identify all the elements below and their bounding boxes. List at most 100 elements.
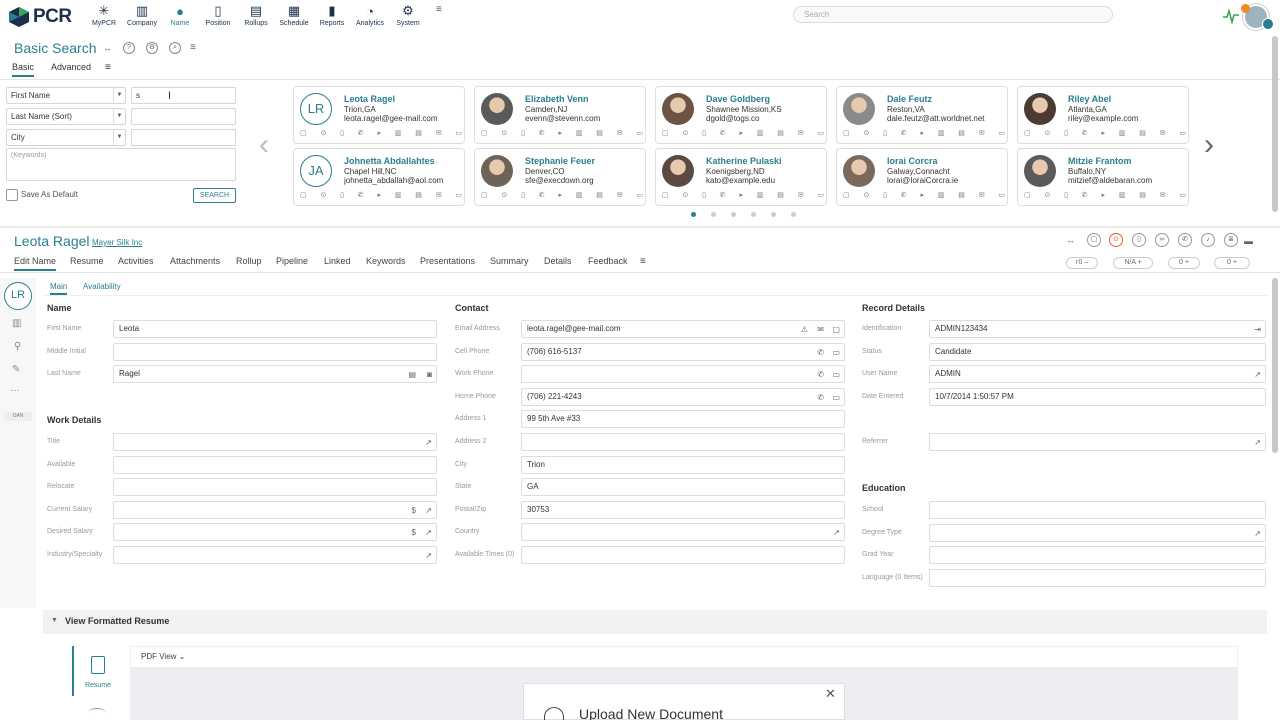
card-action-icon[interactable]: ▥ (395, 129, 402, 137)
card-action-icon[interactable]: ▯ (521, 129, 525, 137)
resume-doc-tab[interactable]: Resume (72, 646, 122, 696)
card-email[interactable]: lorai@IoraiCorcra.ie (887, 176, 958, 185)
card-action-icon[interactable]: ⊙ (320, 129, 326, 137)
field-input[interactable]: ↗ (113, 546, 437, 564)
view-mode-select[interactable]: PDF View ⌄ (141, 652, 185, 661)
field-input[interactable] (521, 546, 845, 564)
sms-icon[interactable]: ▭ (832, 345, 840, 361)
pill-count[interactable]: 0 + (1214, 257, 1250, 269)
pin-icon[interactable]: ⚲ (14, 341, 21, 352)
tab-availability[interactable]: Availability (83, 282, 121, 291)
field-input[interactable] (521, 433, 845, 451)
card-action-icon[interactable]: ▭ (1179, 191, 1186, 199)
id-card-icon[interactable]: ◙ (427, 367, 432, 383)
link-icon[interactable]: ∞ (1155, 233, 1169, 247)
card-action-icon[interactable]: ▯ (340, 129, 344, 137)
more-icon[interactable]: ▬ (1244, 236, 1253, 246)
card-action-icon[interactable]: ✉ (1160, 191, 1166, 199)
card-action-icon[interactable]: ▢ (1024, 191, 1031, 199)
attach-icon[interactable]: ⊙ (1109, 233, 1123, 247)
card-email[interactable]: riley@example.com (1068, 114, 1138, 123)
field-input[interactable]: ↗ $ (113, 500, 437, 519)
menu-icon[interactable]: ≡ (190, 42, 196, 53)
card-action-icon[interactable]: ▤ (958, 191, 965, 199)
field-input[interactable]: ADMIN123434 ⇥ (929, 320, 1266, 338)
avatar[interactable] (1024, 93, 1056, 125)
card-action-icon[interactable]: ▸ (739, 191, 743, 199)
card-action-icon[interactable]: ▭ (455, 191, 462, 199)
field-input[interactable]: Trion (521, 455, 845, 474)
tab-basic[interactable]: Basic (12, 62, 35, 77)
nav-item-mypcr[interactable]: ✳ MyPCR (84, 2, 124, 27)
search-icon[interactable]: ⌕ (169, 42, 181, 54)
field-input[interactable]: ↗ $ (113, 523, 437, 542)
card-action-icon[interactable]: ✉ (798, 129, 804, 137)
field-input[interactable]: ▭ ✆ (521, 365, 845, 384)
card-action-icon[interactable]: ✉ (979, 129, 985, 137)
card-action-icon[interactable]: ▸ (377, 191, 381, 199)
document-icon[interactable]: ▢ (1087, 233, 1101, 247)
card-action-icon[interactable]: ✆ (901, 129, 907, 137)
card-action-icon[interactable]: ✉ (436, 129, 442, 137)
open-icon[interactable]: ↗ (425, 435, 432, 451)
avatar[interactable]: LR (300, 93, 332, 125)
field-input[interactable]: ↗ (113, 433, 437, 451)
card-name[interactable]: Mitzie Frantom (1068, 156, 1132, 166)
avatar[interactable] (662, 93, 694, 125)
more-dots-icon[interactable]: ··· (10, 385, 20, 396)
collapse-arrows-icon[interactable]: ↔ (103, 43, 112, 53)
open-icon[interactable]: ↗ (425, 525, 432, 541)
next-results-button[interactable]: › (1204, 130, 1214, 160)
card-action-icon[interactable]: ▢ (481, 129, 488, 137)
card-email[interactable]: dale.feutz@att.worldnet.net (887, 114, 985, 123)
building-icon[interactable]: ▥ (12, 318, 21, 329)
open-icon[interactable]: ↗ (425, 503, 432, 519)
card-action-icon[interactable]: ⊙ (682, 129, 688, 137)
field-input[interactable]: ADMIN ↗ (929, 365, 1266, 383)
record-tab-linked[interactable]: Linked (324, 256, 351, 269)
card-action-icon[interactable]: ▥ (576, 129, 583, 137)
avatar[interactable] (481, 155, 513, 187)
field-input[interactable]: Candidate (929, 343, 1266, 361)
card-name[interactable]: Stephanie Feuer (525, 156, 595, 166)
card-action-icon[interactable]: ▸ (920, 191, 924, 199)
phone-icon[interactable]: ✆ (817, 390, 824, 406)
card-email[interactable]: dgold@togs.co (706, 114, 760, 123)
field-input[interactable]: Leota (113, 320, 437, 338)
field-input[interactable] (113, 455, 437, 474)
card-action-icon[interactable]: ▤ (958, 129, 965, 137)
card-name[interactable]: Riley Abel (1068, 94, 1111, 104)
card-action-icon[interactable]: ▥ (395, 191, 402, 199)
card-action-icon[interactable]: ▸ (1101, 191, 1105, 199)
nav-more-icon[interactable]: ≡ (436, 4, 442, 15)
result-card[interactable]: Stephanie Feuer Denver,CO sfe@execdown.org… (474, 148, 646, 206)
card-email[interactable]: mitzief@aldebaran.com (1068, 176, 1152, 185)
field-value-input[interactable] (131, 129, 236, 146)
nav-item-system[interactable]: ⚙ System (388, 2, 428, 27)
rail-label[interactable]: OAN (4, 412, 32, 421)
card-action-icon[interactable]: ▸ (739, 129, 743, 137)
open-icon[interactable]: ↗ (1254, 435, 1261, 451)
card-action-icon[interactable]: ▤ (777, 129, 784, 137)
card-email[interactable]: sfe@execdown.org (525, 176, 594, 185)
field-input[interactable] (929, 568, 1266, 587)
record-tab-presentations[interactable]: Presentations (420, 256, 475, 269)
field-input[interactable]: (706) 221-4243 ▭ ✆ (521, 387, 845, 406)
card-name[interactable]: Leota Ragel (344, 94, 395, 104)
card-action-icon[interactable]: ▯ (1064, 191, 1068, 199)
card-name[interactable]: Dale Feutz (887, 94, 932, 104)
card-action-icon[interactable]: ⊙ (501, 129, 507, 137)
nav-item-name[interactable]: ● Name (160, 2, 200, 28)
card-action-icon[interactable]: ✉ (436, 191, 442, 199)
card-action-icon[interactable]: ▤ (415, 129, 422, 137)
card-name[interactable]: Iorai Corcra (887, 156, 938, 166)
result-card[interactable]: Katherine Pulaski Koenigsberg,ND kato@exam… (655, 148, 827, 206)
page-dot[interactable] (751, 212, 756, 217)
card-action-icon[interactable]: ✆ (358, 129, 364, 137)
field-input[interactable]: leota.ragel@gee-mail.com ▢ ✉ ⚠ (521, 320, 845, 338)
copy-icon[interactable]: ▤ (408, 367, 416, 383)
card-action-icon[interactable]: ▸ (377, 129, 381, 137)
pill-count[interactable]: 0 + (1168, 257, 1200, 269)
card-action-icon[interactable]: ▤ (1139, 129, 1146, 137)
record-tab-summary[interactable]: Summary (490, 256, 529, 269)
